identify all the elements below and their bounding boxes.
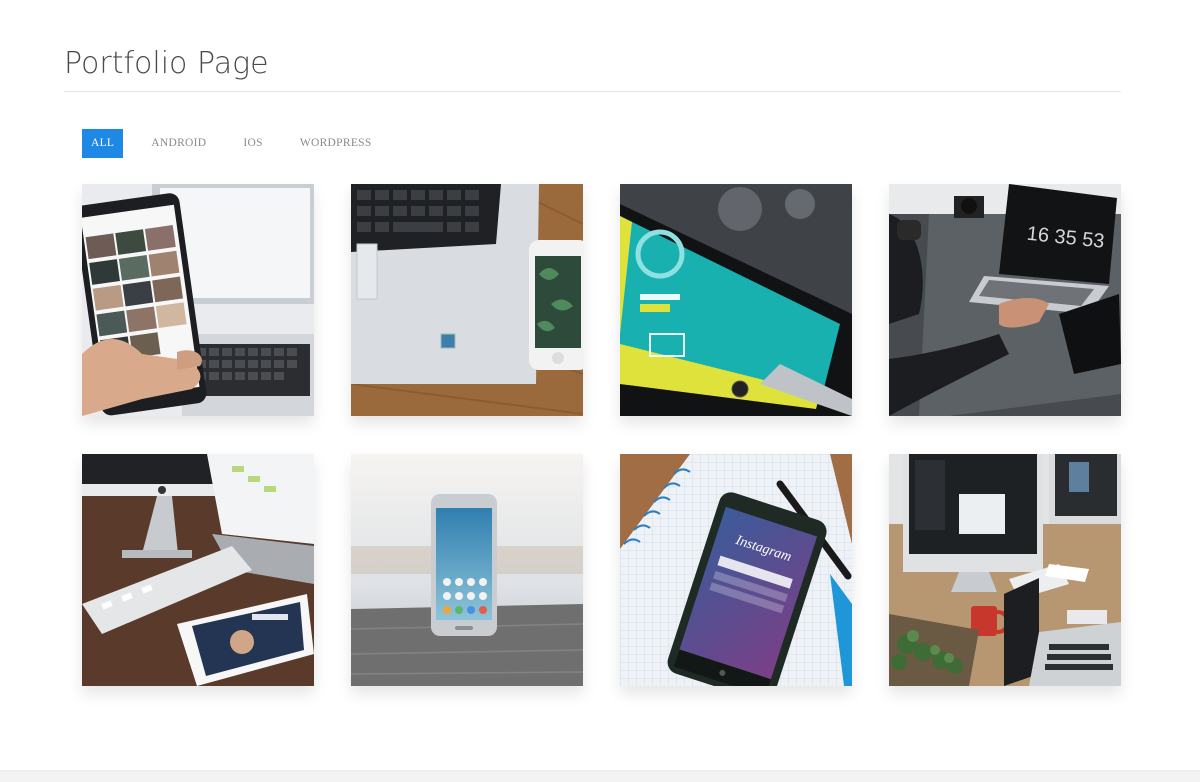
portfolio-item-4[interactable]: 16 35 53 (889, 184, 1121, 416)
page-footer-edge (0, 770, 1200, 782)
photo-phone-standing-wood (351, 454, 583, 686)
photo-imac-workspace-mug (889, 454, 1121, 686)
photo-phone-gallery-laptop (82, 184, 314, 416)
photo-laptop-clock-desk: 16 35 53 (889, 184, 1121, 416)
portfolio-item-1[interactable] (82, 184, 314, 416)
title-divider (64, 91, 1121, 92)
filter-android[interactable]: ANDROID (142, 129, 215, 158)
filter-ios[interactable]: IOS (234, 129, 271, 158)
portfolio-item-2[interactable] (351, 184, 583, 416)
photo-phone-instagram-notebook: Instagram (620, 454, 852, 686)
portfolio-filter-bar: ALL ANDROID IOS WORDPRESS (82, 129, 400, 158)
portfolio-item-6[interactable] (351, 454, 583, 686)
photo-tablet-teal-app (620, 184, 852, 416)
filter-all[interactable]: ALL (82, 129, 124, 158)
portfolio-item-7[interactable]: Instagram (620, 454, 852, 686)
photo-laptop-keyboard-iphone (351, 184, 583, 416)
portfolio-item-5[interactable] (82, 454, 314, 686)
portfolio-item-8[interactable] (889, 454, 1121, 686)
photo-imac-tablet-desk (82, 454, 314, 686)
page-title: Portfolio Page (64, 46, 269, 81)
filter-wordpress[interactable]: WORDPRESS (291, 129, 381, 158)
portfolio-item-3[interactable] (620, 184, 852, 416)
